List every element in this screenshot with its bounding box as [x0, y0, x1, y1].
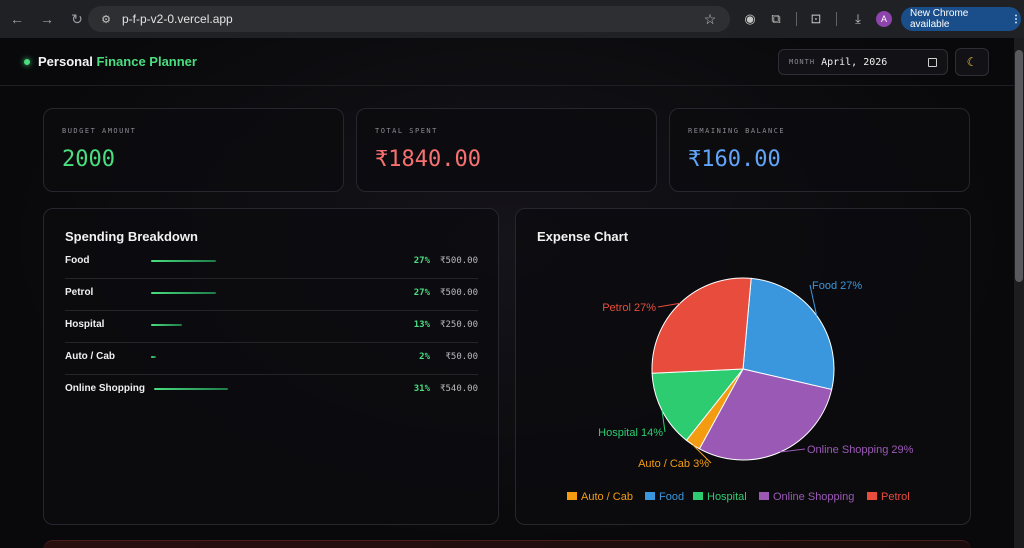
- category-amount: ₹250.00: [440, 320, 478, 330]
- theme-toggle-button[interactable]: ☾: [955, 48, 989, 76]
- legend-swatch[interactable]: [867, 492, 877, 500]
- moon-icon: ☾: [966, 55, 978, 69]
- site-info-icon[interactable]: ⚙: [96, 13, 116, 26]
- app-title: Personal Finance Planner: [38, 54, 197, 69]
- month-label: MONTH: [789, 58, 816, 66]
- next-section-edge: [43, 540, 971, 548]
- spending-breakdown-panel: Spending Breakdown Food 27% ₹500.00 Petr…: [43, 208, 499, 525]
- category-bar: [151, 260, 216, 262]
- remaining-card: REMAINING BALANCE ₹160.00: [669, 108, 970, 192]
- category-bar: [151, 356, 156, 358]
- pie-slice-label: Hospital 14%: [598, 427, 663, 439]
- remaining-value: ₹160.00: [688, 147, 781, 172]
- list-item: Auto / Cab 2% ₹50.00: [65, 343, 478, 375]
- more-menu-icon[interactable]: ⋮: [1011, 14, 1021, 25]
- category-amount: ₹500.00: [440, 288, 478, 298]
- legend-label[interactable]: Auto / Cab: [581, 491, 633, 503]
- pie-slice-petrol[interactable]: [651, 277, 752, 374]
- category-bar: [154, 388, 228, 390]
- remaining-label: REMAINING BALANCE: [688, 127, 786, 135]
- download-icon[interactable]: ⤓: [849, 10, 867, 28]
- category-percent: 27%: [413, 256, 430, 266]
- address-bar[interactable]: ⚙ p-f-p-v2-0.vercel.app ☆: [88, 6, 730, 32]
- list-item: Food 27% ₹500.00: [65, 247, 478, 279]
- toolbar-divider: [836, 12, 837, 26]
- scrollbar-thumb[interactable]: [1015, 50, 1023, 282]
- category-amount: ₹50.00: [445, 352, 478, 362]
- expense-pie-chart: Food 27% Online Shopping 29% Auto / Cab 3%…: [567, 277, 914, 503]
- reload-icon[interactable]: ↻: [64, 6, 90, 32]
- spent-label: TOTAL SPENT: [375, 127, 438, 135]
- profile-avatar[interactable]: A: [876, 11, 892, 27]
- pie-slice-label: Food 27%: [812, 280, 862, 292]
- list-item: Online Shopping 31% ₹540.00: [65, 375, 478, 407]
- url-text[interactable]: p-f-p-v2-0.vercel.app: [122, 12, 700, 26]
- pie-slice-label: Auto / Cab 3%: [638, 458, 709, 470]
- finance-app: Personal Finance Planner MONTH April, 20…: [0, 38, 1014, 548]
- category-amount: ₹500.00: [440, 256, 478, 266]
- budget-card: BUDGET AMOUNT 2000: [43, 108, 344, 192]
- brand-dot-icon: [24, 59, 30, 65]
- budget-label: BUDGET AMOUNT: [62, 127, 137, 135]
- extension-icon[interactable]: ◉: [741, 10, 759, 28]
- legend-label[interactable]: Online Shopping: [773, 491, 854, 503]
- category-name: Hospital: [65, 319, 105, 330]
- category-percent: 2%: [419, 352, 430, 362]
- puzzle-extensions-icon[interactable]: ⧉: [767, 10, 785, 28]
- browser-toolbar: ← → ↻ ⚙ p-f-p-v2-0.vercel.app ☆ ◉ ⧉ ⊡ ⤓ …: [0, 0, 1024, 38]
- legend-label[interactable]: Hospital: [707, 491, 747, 503]
- legend-swatch[interactable]: [693, 492, 703, 500]
- back-icon[interactable]: ←: [4, 6, 30, 32]
- expense-chart-panel: Expense Chart Food 27% Online Shopping 29…: [515, 208, 971, 525]
- chrome-update-button[interactable]: New Chrome available ⋮: [901, 7, 1021, 31]
- list-item: Hospital 13% ₹250.00: [65, 311, 478, 343]
- page-scrollbar[interactable]: [1014, 38, 1024, 548]
- category-name: Auto / Cab: [65, 351, 115, 362]
- legend-label[interactable]: Petrol: [881, 491, 910, 503]
- legend-swatch[interactable]: [759, 492, 769, 500]
- calendar-icon[interactable]: [928, 58, 937, 67]
- toolbar-divider: [796, 12, 797, 26]
- bookmark-star-icon[interactable]: ☆: [700, 11, 720, 28]
- breakdown-title: Spending Breakdown: [65, 229, 198, 244]
- tab-search-icon[interactable]: ⊡: [807, 10, 825, 28]
- category-percent: 31%: [413, 384, 430, 394]
- legend-swatch[interactable]: [567, 492, 577, 500]
- category-percent: 13%: [413, 320, 430, 330]
- month-value[interactable]: April, 2026: [821, 57, 887, 68]
- brand-accent: Finance Planner: [96, 54, 197, 69]
- spent-card: TOTAL SPENT ₹1840.00: [356, 108, 657, 192]
- update-label: New Chrome available: [910, 8, 969, 30]
- spent-value: ₹1840.00: [375, 147, 481, 172]
- category-percent: 27%: [413, 288, 430, 298]
- month-picker[interactable]: MONTH April, 2026: [778, 49, 948, 75]
- category-name: Food: [65, 255, 90, 266]
- category-bar: [151, 324, 182, 326]
- category-name: Online Shopping: [65, 383, 145, 394]
- category-bar: [151, 292, 216, 294]
- legend-label[interactable]: Food: [659, 491, 684, 503]
- category-amount: ₹540.00: [440, 384, 478, 394]
- category-name: Petrol: [65, 287, 94, 298]
- brand-primary: Personal: [38, 54, 93, 69]
- pie-slice-label: Petrol 27%: [602, 302, 656, 314]
- legend-swatch[interactable]: [645, 492, 655, 500]
- list-item: Petrol 27% ₹500.00: [65, 279, 478, 311]
- pie-slice-label: Online Shopping 29%: [807, 444, 914, 456]
- forward-icon[interactable]: →: [34, 6, 60, 32]
- budget-value: 2000: [62, 147, 115, 172]
- app-header: Personal Finance Planner MONTH April, 20…: [0, 38, 1014, 86]
